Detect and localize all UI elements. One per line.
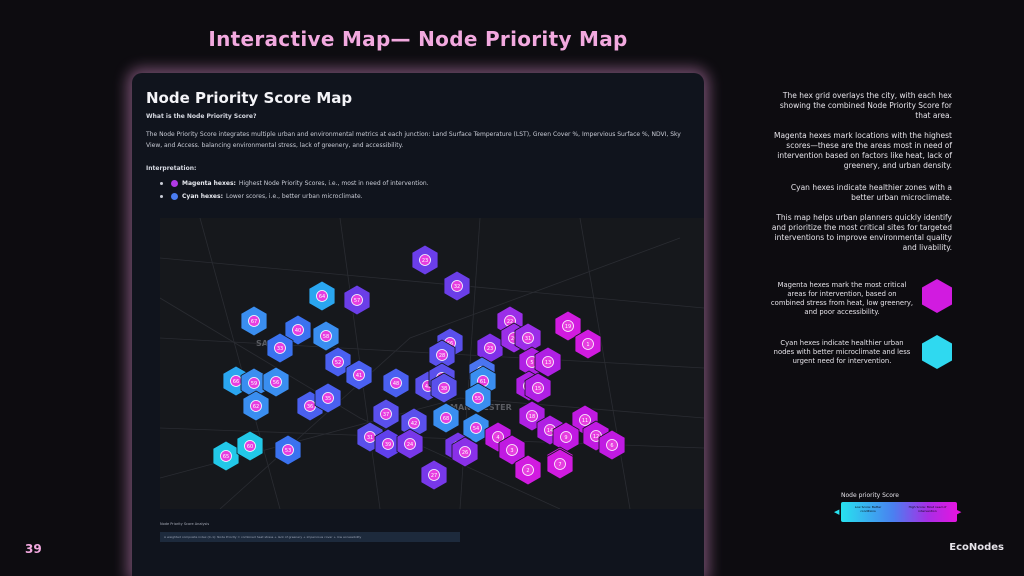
- colorbar-title: Node priority Score: [841, 492, 899, 499]
- node-marker-label: 4: [496, 435, 499, 441]
- node-marker-label: 41: [356, 373, 362, 379]
- node-marker-label: 65: [223, 454, 229, 460]
- node-marker-label: 61: [480, 379, 486, 385]
- node-marker-label: 27: [431, 473, 437, 479]
- legend-magenta-text: Magenta hexes mark the most critical are…: [770, 281, 914, 316]
- panel-title: Node Priority Score Map: [146, 89, 353, 107]
- node-marker-label: 37: [383, 412, 389, 418]
- node-marker-label: 31: [525, 336, 531, 342]
- side-paragraph-2: Magenta hexes mark locations with the hi…: [773, 131, 952, 170]
- node-marker-label: 68: [443, 416, 449, 422]
- node-marker-label: 5: [530, 360, 533, 366]
- node-marker-label: 66: [233, 379, 239, 385]
- hex-cell[interactable]: 65: [212, 440, 240, 472]
- question-heading: What is the Node Priority Score?: [146, 113, 257, 120]
- node-marker-label: 13: [545, 360, 551, 366]
- node-marker-label: 62: [253, 404, 259, 410]
- node-marker-label: 36: [307, 404, 313, 410]
- node-marker-label: 39: [385, 442, 391, 448]
- node-marker-label: 31: [367, 435, 373, 441]
- hex-cell[interactable]: 27: [420, 459, 448, 491]
- interp-text-cyan: Lower scores, i.e., better urban microcl…: [225, 193, 363, 200]
- node-marker-label: 23: [422, 258, 428, 264]
- node-marker-label: 52: [335, 360, 341, 366]
- hex-cell[interactable]: 62: [242, 390, 270, 422]
- node-marker-label: 2: [526, 468, 529, 474]
- magenta-hex-icon: [922, 279, 952, 313]
- colorbar-low-label: Low Score: Better conditions: [854, 505, 882, 513]
- cyan-hex-icon: [922, 335, 952, 369]
- interp-text-magenta: Highest Node Priority Scores, i.e., most…: [238, 180, 429, 187]
- map-app-panel: Node Priority Score Map What is the Node…: [132, 73, 704, 576]
- node-marker-label: 28: [439, 353, 445, 359]
- node-marker-label: 64: [319, 294, 325, 300]
- node-marker-label: 48: [393, 381, 399, 387]
- node-marker-label: 1: [586, 342, 589, 348]
- bullet-icon: [160, 182, 163, 185]
- node-marker-label: 24: [407, 442, 413, 448]
- node-marker-label: 40: [295, 328, 301, 334]
- brand-logo: EcoNodes: [949, 542, 1004, 553]
- page-number: 39: [25, 542, 42, 556]
- node-marker-label: 18: [529, 414, 535, 420]
- arrow-right-icon: ▶: [956, 508, 962, 516]
- node-marker-label: 33: [277, 346, 283, 352]
- bullet-icon: [160, 195, 163, 198]
- magenta-swatch-icon: [171, 180, 178, 187]
- arrow-left-icon: ◀: [834, 508, 840, 516]
- legend-cyan-text: Cyan hexes indicate healthier urban node…: [773, 339, 911, 365]
- list-item: Cyan hexes: Lower scores, i.e., better u…: [160, 190, 429, 203]
- node-marker-label: 26: [462, 450, 468, 456]
- hex-cell[interactable]: 67: [240, 305, 268, 337]
- interpretation-heading: Interpretation:: [146, 165, 197, 172]
- node-marker-label: 67: [251, 319, 257, 325]
- list-item: Magenta hexes: Highest Node Priority Sco…: [160, 177, 429, 190]
- node-marker-label: 23: [487, 346, 493, 352]
- analysis-note: Node Priority Score Analysis: [160, 522, 210, 526]
- hex-map[interactable]: SAL MANCHESTER 2332645722191674058335266…: [160, 218, 704, 509]
- node-marker-label: 42: [411, 421, 417, 427]
- node-marker-label: 7: [558, 462, 561, 468]
- hex-cell[interactable]: 23: [411, 244, 439, 276]
- interp-label-magenta: Magenta hexes:: [182, 180, 236, 187]
- interpretation-list: Magenta hexes: Highest Node Priority Sco…: [160, 177, 429, 203]
- node-marker-label: 11: [582, 418, 588, 424]
- node-marker-label: 58: [323, 334, 329, 340]
- node-marker-label: 57: [354, 298, 360, 304]
- info-banner: A weighted composite index (0–1): Node P…: [160, 532, 460, 542]
- node-marker-label: 59: [251, 381, 257, 387]
- node-marker-label: 3: [510, 448, 513, 454]
- node-marker-label: 15: [535, 386, 541, 392]
- slide-title: Interactive Map— Node Priority Map: [208, 27, 628, 51]
- node-marker-label: 6: [610, 443, 613, 449]
- hex-cell[interactable]: 64: [308, 280, 336, 312]
- hex-cell[interactable]: 37: [372, 398, 400, 430]
- node-marker-label: 56: [273, 380, 279, 386]
- colorbar-high-label: High Score: Most need of intervention: [908, 505, 947, 513]
- node-marker-label: 54: [473, 426, 479, 432]
- hex-cell[interactable]: 57: [343, 284, 371, 316]
- node-marker-label: 12: [593, 434, 599, 440]
- node-marker-label: 55: [475, 396, 481, 402]
- cyan-swatch-icon: [171, 193, 178, 200]
- node-marker-label: 53: [285, 448, 291, 454]
- side-paragraph-1: The hex grid overlays the city, with eac…: [779, 91, 952, 120]
- node-marker-label: 38: [441, 386, 447, 392]
- hex-cell[interactable]: 56: [262, 366, 290, 398]
- node-marker-label: 14: [547, 428, 553, 434]
- side-paragraph-3: Cyan hexes indicate healthier zones with…: [790, 183, 952, 202]
- node-marker-label: 60: [247, 444, 253, 450]
- side-paragraph-4: This map helps urban planners quickly id…: [771, 213, 952, 252]
- node-marker-label: 9: [564, 435, 567, 441]
- interp-label-cyan: Cyan hexes:: [182, 193, 223, 200]
- node-marker-label: 35: [325, 396, 331, 402]
- node-marker-label: 32: [454, 284, 460, 290]
- hex-cell[interactable]: 32: [443, 270, 471, 302]
- score-description: The Node Priority Score integrates multi…: [146, 131, 681, 149]
- hex-map-canvas[interactable]: SAL MANCHESTER 2332645722191674058335266…: [160, 218, 704, 509]
- hex-cell[interactable]: 48: [382, 367, 410, 399]
- node-marker-label: 19: [565, 324, 571, 330]
